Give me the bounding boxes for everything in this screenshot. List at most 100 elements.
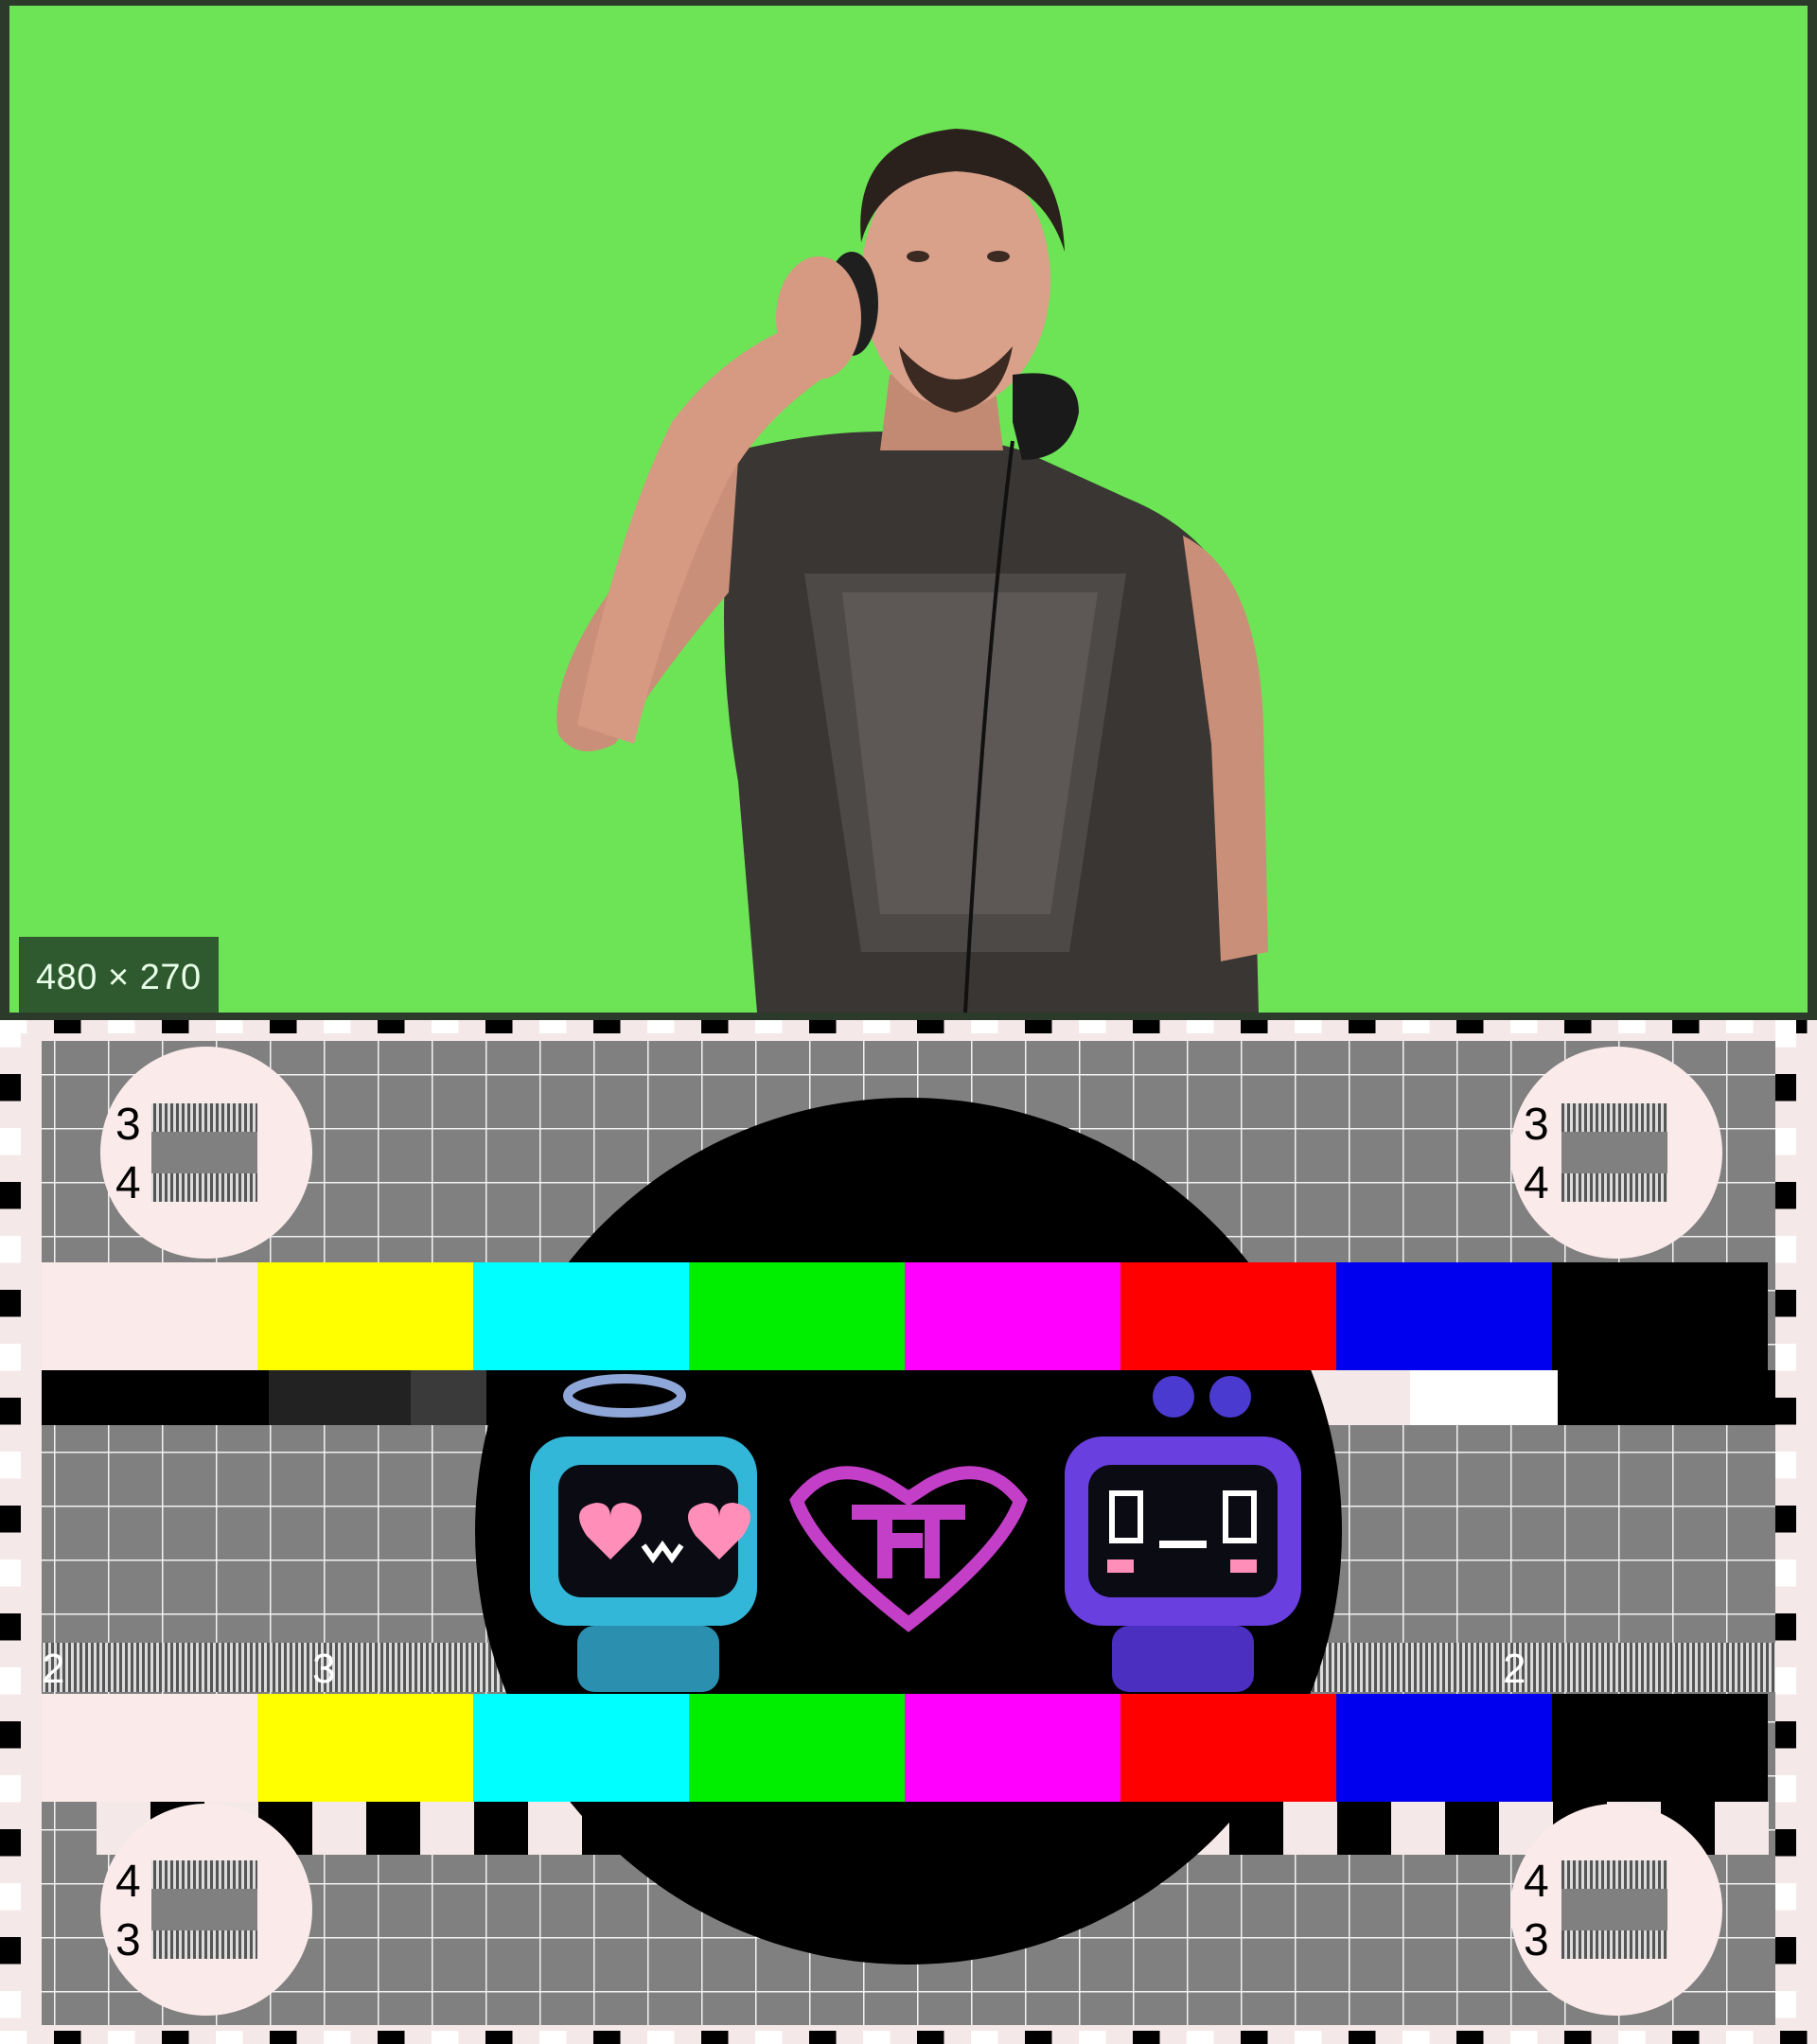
- checker-square: [1775, 1506, 1796, 1533]
- checker-square: [1187, 2031, 1214, 2044]
- checker-square: [1775, 1182, 1796, 1209]
- checker-square: [1775, 1020, 1796, 1048]
- checker-square: [863, 2031, 891, 2044]
- checker-square: [0, 1452, 21, 1479]
- color-bar: [689, 1694, 905, 1802]
- checker-square: [917, 1020, 944, 1033]
- checker-square: [0, 1667, 21, 1695]
- checker-square: [162, 1020, 189, 1033]
- checker-square: [1337, 1802, 1391, 1855]
- color-bar: [257, 1262, 473, 1370]
- checker-square: [593, 2031, 621, 2044]
- checker-square: [1780, 2031, 1808, 2044]
- checker-square: [1025, 1020, 1052, 1033]
- checker-square: [1726, 1020, 1754, 1033]
- checker-square: [1241, 1020, 1268, 1033]
- checker-square: [1775, 1559, 1796, 1587]
- checker-square: [0, 1991, 21, 2018]
- corner-label: 4: [115, 1158, 141, 1208]
- checker-square: [1672, 1020, 1700, 1033]
- image-result-panel[interactable]: 480 × 270: [0, 0, 1817, 1020]
- checker-square: [701, 2031, 729, 2044]
- checker-square: [1295, 2031, 1322, 2044]
- checker-square: [1775, 1721, 1796, 1749]
- checker-square: [809, 1020, 837, 1033]
- corner-label: 4: [115, 1857, 141, 1907]
- checker-square: [1456, 2031, 1484, 2044]
- test-card-graphic: 2 3 2 3 4 3 4 4 3 4 3: [0, 1020, 1808, 2044]
- checker-square: [216, 2031, 243, 2044]
- checker-square: [0, 1506, 21, 1533]
- checker-square: [0, 1236, 21, 1263]
- checker-square: [1726, 2031, 1754, 2044]
- test-card-image[interactable]: 2 3 2 3 4 3 4 4 3 4 3: [0, 1020, 1817, 2044]
- checker-square: [162, 2031, 189, 2044]
- corner-circle-top-left: [100, 1047, 312, 1259]
- checker-square: [1283, 1802, 1337, 1855]
- color-bar: [473, 1694, 689, 1802]
- checker-square: [1456, 1020, 1484, 1033]
- green-screen-photo: 480 × 270: [9, 6, 1808, 1013]
- checker-square: [1775, 1128, 1796, 1155]
- checker-square: [1618, 2031, 1646, 2044]
- checker-square: [0, 1398, 21, 1425]
- checker-square: [420, 1802, 474, 1855]
- checker-square: [1775, 1290, 1796, 1317]
- checker-square: [1775, 1829, 1796, 1857]
- checker-square: [432, 2031, 459, 2044]
- checker-square: [1241, 2031, 1268, 2044]
- checker-square: [108, 1020, 135, 1033]
- checker-square: [0, 1128, 21, 1155]
- checker-square: [971, 2031, 998, 2044]
- checker-square: [917, 2031, 944, 2044]
- checker-square: [755, 1020, 783, 1033]
- checker-square: [54, 1020, 81, 1033]
- corner-circle-bottom-right: [1510, 1804, 1722, 2016]
- checker-square: [593, 1020, 621, 1033]
- checker-square: [0, 1344, 21, 1371]
- checker-square: [1349, 2031, 1376, 2044]
- image-dimensions-badge: 480 × 270: [19, 937, 219, 1013]
- checker-square: [1079, 1020, 1106, 1033]
- checker-square: [528, 1802, 582, 1855]
- corner-label: 3: [1524, 1915, 1549, 1965]
- checker-square: [1445, 1802, 1499, 1855]
- checker-square: [1391, 1802, 1445, 1855]
- color-bar: [1120, 1262, 1336, 1370]
- checker-square: [0, 1182, 21, 1209]
- scale-label-left-3: 3: [312, 1646, 335, 1692]
- checker-square: [1510, 2031, 1538, 2044]
- checker-square: [54, 2031, 81, 2044]
- checker-square: [1775, 1667, 1796, 1695]
- checker-square: [485, 2031, 513, 2044]
- checker-square: [539, 2031, 567, 2044]
- color-bar: [905, 1262, 1120, 1370]
- checker-square: [1775, 1074, 1796, 1101]
- checker-square: [1402, 2031, 1430, 2044]
- checker-square: [1133, 1020, 1160, 1033]
- checker-square: [0, 1775, 21, 1803]
- color-bar: [1552, 1262, 1768, 1370]
- checker-square: [1775, 1452, 1796, 1479]
- color-bar: [1336, 1262, 1552, 1370]
- checker-square: [647, 1020, 675, 1033]
- corner-label: 4: [1524, 1857, 1549, 1907]
- checker-square: [378, 1020, 405, 1033]
- checker-square: [108, 2031, 135, 2044]
- checker-square: [1775, 1344, 1796, 1371]
- checker-square: [539, 1020, 567, 1033]
- checker-square: [701, 1020, 729, 1033]
- checker-square: [1133, 2031, 1160, 2044]
- checker-square: [216, 1020, 243, 1033]
- checker-square: [1564, 1020, 1592, 1033]
- checker-square: [1025, 2031, 1052, 2044]
- scale-label-left-2: 2: [42, 1646, 64, 1692]
- checker-square: [0, 1721, 21, 1749]
- checker-square: [1187, 1020, 1214, 1033]
- checker-square: [1775, 1937, 1796, 1965]
- color-bar: [257, 1694, 473, 1802]
- color-bar: [905, 1694, 1120, 1802]
- checker-square: [863, 1020, 891, 1033]
- corner-label: 3: [115, 1100, 141, 1150]
- checker-square: [312, 1802, 366, 1855]
